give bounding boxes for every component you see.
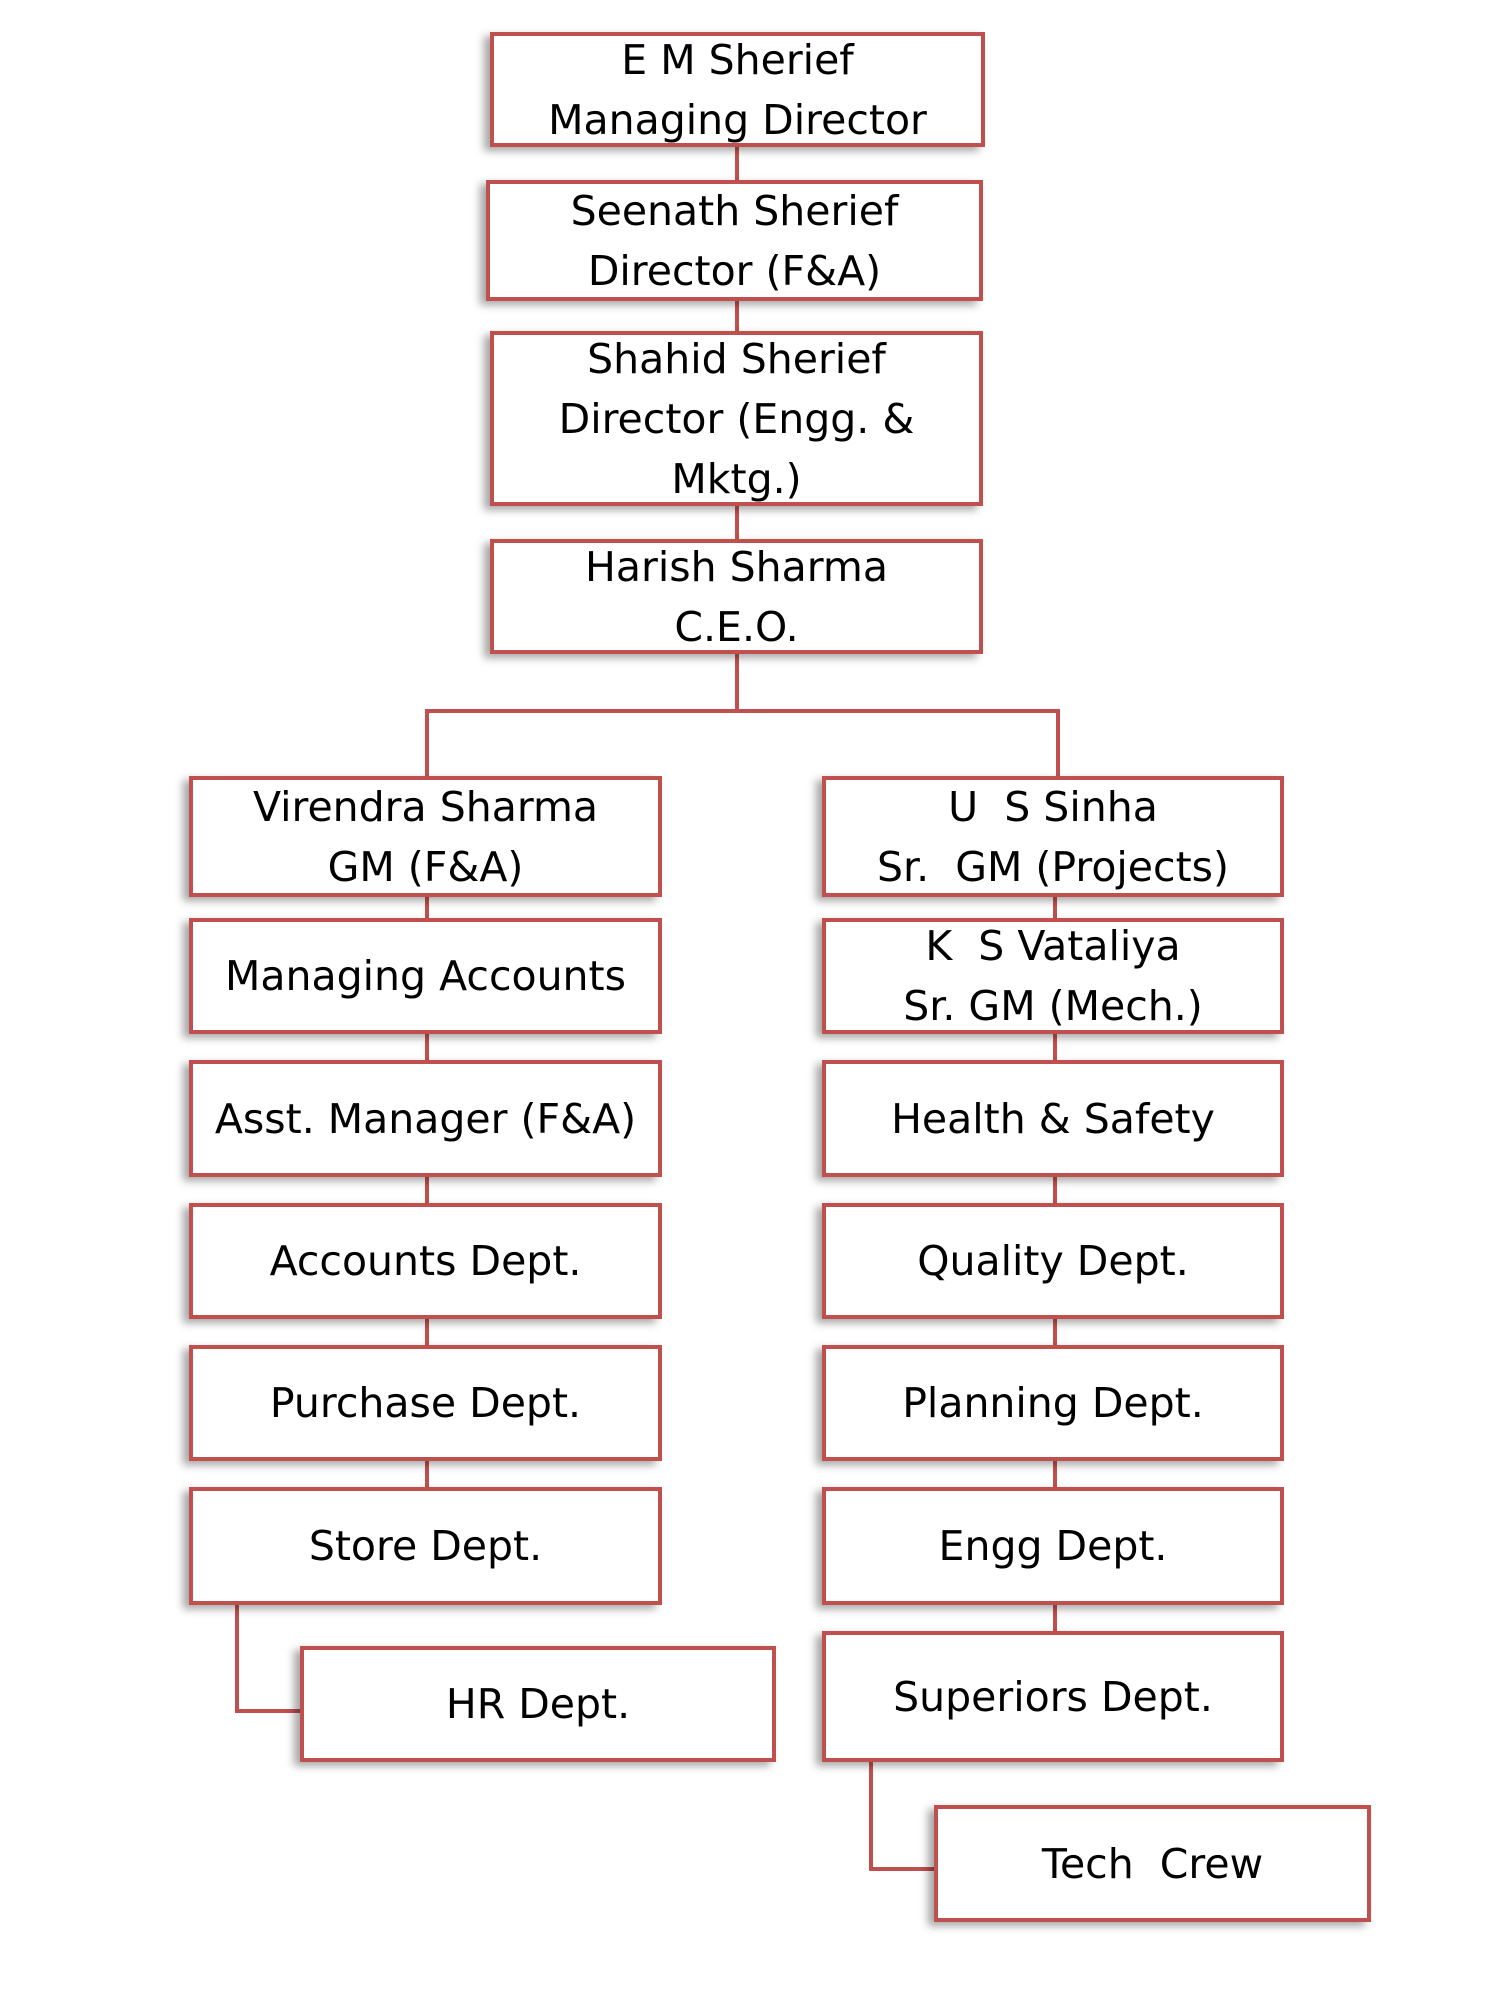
org-node-text-line: Director (F&A) [587, 246, 882, 295]
org-node-text-line: Purchase Dept. [269, 1379, 582, 1427]
org-node-text-line: Harish Sharma [585, 542, 888, 591]
org-node-text-line: Seenath Sherief [570, 186, 899, 235]
org-node-text-line: HR Dept. [445, 1680, 631, 1728]
org-node-top-chain: E M Sherief Managing Director [490, 32, 985, 147]
org-node-right-column: Planning Dept. [822, 1345, 1284, 1461]
org-node-text-line: Virendra Sharma [252, 782, 599, 831]
org-node-text-line: Sr. GM (Projects) [876, 842, 1230, 891]
org-node-right-column: Tech Crew [934, 1805, 1371, 1922]
org-node-text-line: Asst. Manager (F&A) [214, 1094, 637, 1143]
org-node-text-line: Managing Accounts [225, 952, 626, 1000]
org-node-left-column: Asst. Manager (F&A) [189, 1060, 662, 1177]
org-node-text-line: Mktg.) [671, 454, 802, 503]
org-node-text-line: Health & Safety [891, 1094, 1215, 1143]
org-node-top-chain: Shahid Sherief Director (Engg. & Mktg.) [490, 331, 983, 506]
org-node-text-line: Sr. GM (Mech.) [903, 982, 1203, 1030]
org-node-left-column: Managing Accounts [189, 918, 662, 1034]
org-node-text-line: U S Sinha [948, 782, 1158, 831]
connector-hr-elbow [235, 1605, 300, 1713]
org-node-left-column: Virendra Sharma GM (F&A) [189, 776, 662, 897]
org-node-text-line: Accounts Dept. [269, 1237, 582, 1285]
org-node-text-line: K S Vataliya [925, 922, 1181, 970]
org-node-text-line: Managing Director [548, 95, 927, 144]
org-node-text-line: Director (Engg. & [558, 394, 915, 443]
org-node-left-column: Purchase Dept. [189, 1345, 662, 1461]
org-node-text-line: E M Sherief [621, 35, 854, 84]
org-node-right-column: U S Sinha Sr. GM (Projects) [822, 776, 1284, 897]
org-node-text-line: C.E.O. [674, 602, 799, 651]
org-node-text-line: Quality Dept. [917, 1237, 1189, 1285]
org-node-top-chain: Seenath Sherief Director (F&A) [486, 180, 983, 301]
org-node-right-column: Quality Dept. [822, 1203, 1284, 1319]
org-node-left-column: HR Dept. [300, 1646, 776, 1762]
org-node-right-column: Superiors Dept. [822, 1631, 1284, 1762]
org-node-right-column: Engg Dept. [822, 1487, 1284, 1605]
org-node-right-column: K S Vataliya Sr. GM (Mech.) [822, 918, 1284, 1034]
org-node-text-line: Planning Dept. [902, 1379, 1204, 1427]
org-node-text-line: GM (F&A) [327, 842, 524, 891]
org-node-text-line: Shahid Sherief [587, 334, 886, 383]
org-node-left-column: Accounts Dept. [189, 1203, 662, 1319]
org-node-text-line: Engg Dept. [938, 1522, 1168, 1570]
org-node-text-line: Tech Crew [1041, 1839, 1264, 1888]
connector-tech-elbow [869, 1762, 934, 1871]
org-node-text-line: Superiors Dept. [893, 1672, 1213, 1721]
org-node-top-chain: Harish Sharma C.E.O. [490, 539, 983, 654]
org-node-text-line: Store Dept. [308, 1522, 543, 1570]
org-node-left-column: Store Dept. [189, 1487, 662, 1605]
org-node-right-column: Health & Safety [822, 1060, 1284, 1177]
connector-branch-left [425, 709, 1060, 776]
